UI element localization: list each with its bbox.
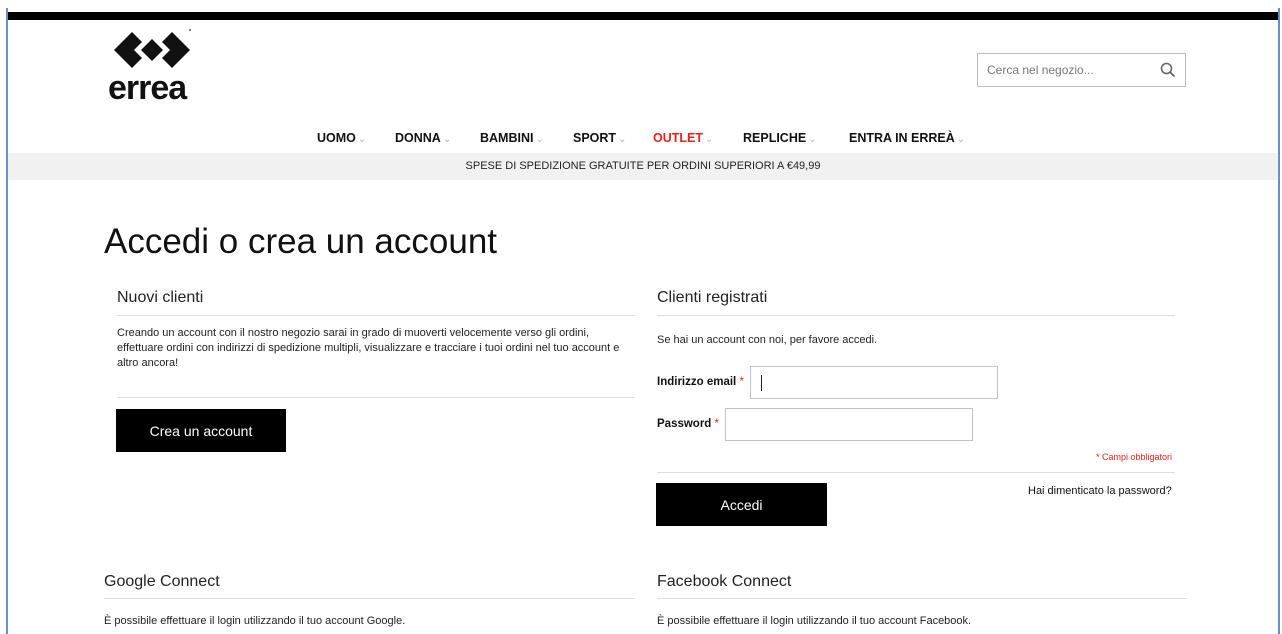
nav-item-uomo[interactable]: UOMO ⌄: [317, 131, 366, 145]
search-box: [977, 53, 1186, 87]
nav-item-label: REPLICHE: [743, 131, 807, 145]
email-label: Indirizzo email *: [657, 376, 744, 388]
divider: [657, 315, 1175, 316]
registered-customers-description: Se hai un account con noi, per favore ac…: [657, 334, 878, 346]
nav-item-repliche[interactable]: REPLICHE ⌄: [743, 131, 817, 145]
chevron-down-icon: ⌄: [705, 134, 714, 145]
new-customers-description: Creando un account con il nostro negozio…: [117, 327, 620, 369]
nav-item-label: DONNA: [395, 131, 441, 145]
chevron-down-icon: ⌄: [956, 134, 966, 145]
chevron-down-icon: ⌄: [357, 134, 367, 145]
chevron-down-icon: ⌄: [808, 134, 817, 145]
email-field[interactable]: [750, 366, 998, 399]
shipping-banner: SPESE DI SPEDIZIONE GRATUITE PER ORDINI …: [8, 153, 1278, 180]
password-label: Password *: [657, 418, 719, 430]
required-fields-note: * Campi obbligatori: [1096, 452, 1173, 462]
new-customers-title: Nuovi clienti: [117, 289, 204, 306]
forgot-password-link[interactable]: Hai dimenticato la password?: [1028, 485, 1172, 497]
nav-item-label: UOMO: [317, 131, 356, 145]
create-account-button[interactable]: Crea un account: [116, 409, 286, 452]
search-input[interactable]: [978, 54, 1148, 86]
password-label-text: Password: [657, 418, 712, 430]
divider: [657, 472, 1175, 473]
google-connect-title: Google Connect: [104, 573, 220, 590]
divider: [117, 397, 635, 398]
logo-wordmark: errea: [108, 69, 187, 107]
required-asterisk: *: [714, 418, 720, 430]
divider: [657, 598, 1187, 599]
nav-item-outlet[interactable]: OUTLET ⌄: [653, 131, 713, 145]
text-cursor: [761, 375, 762, 391]
nav-item-label: BAMBINI: [480, 131, 534, 145]
main-navigation: UOMO ⌄ DONNA ⌄ BAMBINI ⌄ SPORT ⌄ OUTLET ⌄ REP…: [0, 131, 1282, 147]
registered-customers-title: Clienti registrati: [657, 289, 768, 306]
window-border-left: [6, 8, 8, 634]
nav-item-label: ENTRA IN ERREÀ: [849, 131, 955, 145]
nav-item-entra-in-errea[interactable]: ENTRA IN ERREÀ ⌄: [849, 131, 965, 145]
page-title: Accedi o crea un account: [104, 222, 498, 261]
window-border-right: [1278, 8, 1280, 634]
nav-item-sport[interactable]: SPORT ⌄: [573, 131, 626, 145]
password-field[interactable]: [725, 408, 973, 441]
nav-item-donna[interactable]: DONNA ⌄: [395, 131, 451, 145]
nav-item-label: OUTLET: [653, 131, 703, 145]
errea-logo[interactable]: errea: [108, 27, 194, 107]
required-asterisk: *: [739, 376, 744, 388]
email-label-text: Indirizzo email: [657, 376, 737, 388]
facebook-connect-title: Facebook Connect: [657, 573, 792, 590]
login-button[interactable]: Accedi: [656, 483, 827, 526]
divider: [117, 315, 635, 316]
chevron-down-icon: ⌄: [535, 134, 544, 145]
nav-item-bambini[interactable]: BAMBINI ⌄: [480, 131, 544, 145]
errea-diamond-logo-icon: [114, 29, 191, 68]
chevron-down-icon: ⌄: [442, 134, 452, 145]
search-icon[interactable]: [1160, 62, 1176, 78]
nav-item-label: SPORT: [573, 131, 617, 145]
divider: [104, 598, 635, 599]
google-connect-description: È possibile effettuare il login utilizza…: [104, 615, 406, 627]
chevron-down-icon: ⌄: [618, 134, 627, 145]
facebook-connect-description: È possibile effettuare il login utilizza…: [657, 615, 972, 627]
top-black-bar: [8, 12, 1278, 20]
